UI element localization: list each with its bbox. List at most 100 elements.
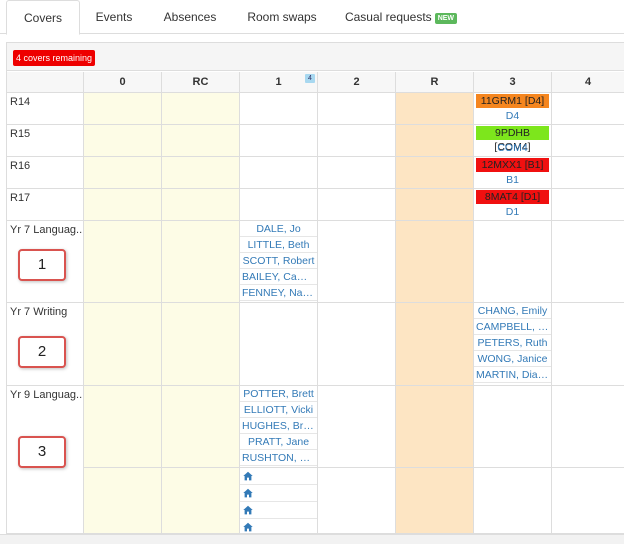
grid-cell: [396, 468, 474, 533]
home-slot[interactable]: [240, 468, 317, 485]
grid-cell: [84, 221, 162, 303]
grid-cell: [84, 125, 162, 157]
new-badge: NEW: [434, 13, 458, 24]
column-header-1[interactable]: 0: [84, 72, 162, 93]
lesson-cell: 11GRM1 [D4] D4: [474, 93, 551, 125]
tab-room-swaps[interactable]: Room swaps: [242, 0, 322, 34]
grid-cell: [318, 93, 396, 125]
tab-events[interactable]: Events: [84, 0, 144, 34]
column-header-4[interactable]: 2: [318, 72, 396, 93]
grid-cell: [162, 93, 240, 125]
grid-cell: [162, 125, 240, 157]
room-link[interactable]: D4: [474, 109, 551, 123]
staff-name-link[interactable]: SCOTT, Robert: [240, 253, 317, 269]
lesson-block[interactable]: 12MXX1 [B1]: [476, 158, 549, 172]
grid-cell: [162, 157, 240, 189]
column-header-2[interactable]: RC: [162, 72, 240, 93]
grid-cell: [318, 221, 396, 303]
staff-name-link[interactable]: MARTIN, Diane: [474, 367, 551, 383]
grid-cell: [162, 221, 240, 303]
grid-cell: [318, 189, 396, 221]
tab-bar: Covers Events Absences Room swaps Casual…: [0, 0, 624, 35]
grid-cell: [318, 125, 396, 157]
grid-cell: [84, 157, 162, 189]
column-header-7[interactable]: 4: [552, 72, 624, 93]
staff-name-link[interactable]: CHANG, Emily: [474, 303, 551, 319]
lesson-cell: 12MXX1 [B1] B1: [474, 157, 551, 189]
staff-name-link[interactable]: PRATT, Jane: [240, 434, 317, 450]
grid-cell: [552, 125, 624, 157]
staff-name-link[interactable]: DALE, Jo: [240, 221, 317, 237]
grid-cell: [552, 221, 624, 303]
grid-cell: [396, 386, 474, 468]
grid-cell: [552, 303, 624, 386]
staff-list: DALE, Jo LITTLE, Beth SCOTT, Robert BAILEY,…: [240, 221, 317, 303]
room-link[interactable]: COM4: [474, 141, 551, 155]
grid-cell: [240, 303, 318, 386]
grid-cell: [396, 303, 474, 386]
staff-name-link[interactable]: ELLIOTT, Vicki: [240, 402, 317, 418]
grid-cell: [162, 386, 240, 468]
column-header-6[interactable]: 3: [474, 72, 552, 93]
grid-cell: [396, 157, 474, 189]
home-slot[interactable]: [240, 519, 317, 533]
column-header-0: [7, 72, 84, 93]
staff-name-link[interactable]: PETERS, Ruth: [474, 335, 551, 351]
annotation-callout-3: 3: [18, 436, 66, 468]
tab-casual-requests[interactable]: Casual requests NEW: [340, 0, 462, 34]
covers-remaining-badge: 4 covers remaining: [13, 50, 96, 66]
tab-absences[interactable]: Absences: [157, 0, 223, 34]
grid-cell: [474, 221, 552, 303]
grid-cell: [162, 189, 240, 221]
staff-name-link[interactable]: HUGHES, Brian: [240, 418, 317, 434]
lesson-block[interactable]: 11GRM1 [D4]: [476, 94, 549, 108]
staff-name-link[interactable]: FENNEY, Nath...: [240, 285, 317, 301]
staff-name-link[interactable]: POTTER, Brett: [240, 386, 317, 402]
home-list: [240, 468, 317, 533]
home-slot[interactable]: [240, 485, 317, 502]
tab-covers[interactable]: Covers: [6, 0, 80, 35]
home-slot[interactable]: [240, 502, 317, 519]
grid-cell: [396, 189, 474, 221]
row-label: R15: [7, 125, 84, 157]
staff-list: POTTER, Brett ELLIOTT, Vicki HUGHES, Brian…: [240, 386, 317, 468]
tab-casual-requests-label: Casual requests: [344, 10, 432, 24]
grid-cell: [240, 125, 318, 157]
grid-cell: [474, 386, 552, 468]
staff-name-link[interactable]: BAILEY, Came...: [240, 269, 317, 285]
column-header-5[interactable]: R: [396, 72, 474, 93]
staff-name-link[interactable]: LITTLE, Beth: [240, 237, 317, 253]
home-icon: [243, 505, 253, 515]
covers-panel: 4 covers remaining 0 RC 1 2 R 3 4 4 R14 R15 R16 R17…: [6, 42, 624, 534]
annotation-callout-2: 2: [18, 336, 66, 368]
grid-cell: [396, 221, 474, 303]
lesson-block[interactable]: 8MAT4 [D1]: [476, 190, 549, 204]
grid-cell: [552, 157, 624, 189]
lesson-cell: 8MAT4 [D1] D1: [474, 189, 551, 221]
grid-cell: [240, 93, 318, 125]
grid-cell: [162, 468, 240, 533]
room-link[interactable]: B1: [474, 173, 551, 187]
grid-cell: [162, 303, 240, 386]
lesson-cell: 9PDHB [COM4] COM4: [474, 125, 551, 157]
grid-cell: [552, 189, 624, 221]
lesson-block[interactable]: 9PDHB [COM4]: [476, 126, 549, 153]
grid-cell: [552, 386, 624, 468]
staff-name-link[interactable]: CAMPBELL, Li...: [474, 319, 551, 335]
covers-toolbar: 4 covers remaining: [7, 43, 624, 71]
staff-name-link[interactable]: RUSHTON, Brad: [240, 450, 317, 466]
staff-name-link[interactable]: WONG, Janice: [474, 351, 551, 367]
grid-cell: [318, 157, 396, 189]
grid-cell: [84, 303, 162, 386]
staff-list: CHANG, Emily CAMPBELL, Li... PETERS, Ruth W…: [474, 303, 551, 386]
grid-cell: [84, 468, 162, 533]
grid-cell: [552, 468, 624, 533]
row-label: R14: [7, 93, 84, 125]
grid-cell: [552, 93, 624, 125]
annotation-callout-1: 1: [18, 249, 66, 281]
grid-cell: [84, 93, 162, 125]
column-count-badge: 4: [305, 74, 315, 83]
grid-cell: [84, 386, 162, 468]
room-link[interactable]: D1: [474, 205, 551, 219]
grid-cell: [474, 468, 552, 533]
